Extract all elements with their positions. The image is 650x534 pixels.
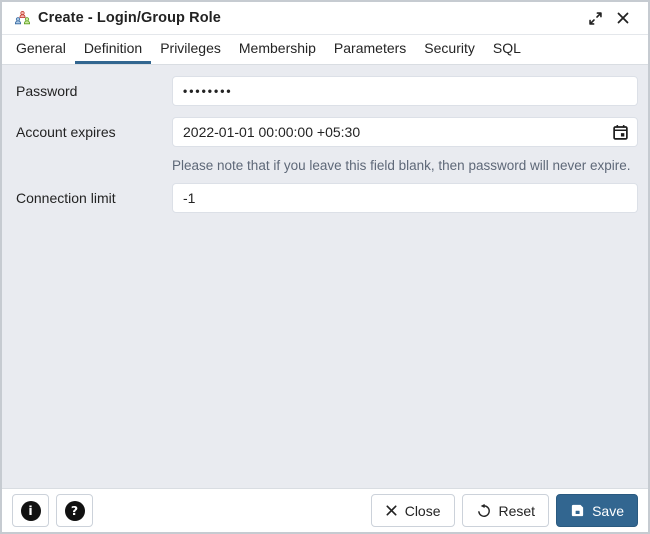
save-button[interactable]: Save [556, 494, 638, 527]
connection-limit-input[interactable] [172, 182, 638, 213]
dialog-title: Create - Login/Group Role [38, 10, 221, 26]
create-login-group-role-dialog: Create - Login/Group Role General Defini… [0, 0, 650, 534]
tab-sql[interactable]: SQL [484, 35, 530, 64]
maximize-icon[interactable] [584, 7, 606, 29]
close-icon[interactable] [612, 7, 634, 29]
calendar-icon[interactable] [606, 120, 634, 144]
dialog-titlebar: Create - Login/Group Role [2, 2, 648, 35]
connection-limit-label: Connection limit [16, 189, 116, 206]
footer-action-buttons: Close Reset Save [370, 494, 638, 527]
tab-membership[interactable]: Membership [230, 35, 325, 64]
help-button[interactable]: ? [56, 494, 93, 527]
password-row: Password [16, 76, 638, 106]
definition-tab-panel: Password Account expires [2, 65, 648, 488]
account-expires-input[interactable] [172, 117, 638, 147]
password-label: Password [16, 83, 78, 99]
account-expires-label: Account expires [16, 124, 116, 140]
close-button-label: Close [404, 502, 441, 519]
account-expires-row: Account expires [16, 117, 638, 147]
close-x-icon [385, 504, 398, 517]
save-floppy-icon [570, 503, 585, 518]
connection-limit-row: Connection limit [16, 182, 638, 213]
note-spacer [16, 154, 172, 161]
password-input[interactable] [172, 76, 638, 106]
save-button-label: Save [592, 502, 624, 519]
info-icon: i [20, 500, 41, 521]
sql-info-button[interactable]: i [12, 494, 49, 527]
account-expires-note: Please note that if you leave this field… [172, 158, 631, 173]
reset-button-label: Reset [498, 502, 536, 519]
question-icon: ? [64, 500, 85, 521]
dialog-footer: i ? Close Reset Save [2, 488, 648, 532]
connection-limit-control [172, 182, 638, 213]
dialog-tabs: General Definition Privileges Membership… [2, 35, 648, 65]
tab-security[interactable]: Security [415, 35, 484, 64]
account-expires-control [172, 117, 638, 147]
close-button[interactable]: Close [370, 494, 455, 527]
password-control [172, 76, 638, 106]
login-group-role-icon [14, 10, 31, 26]
reset-button[interactable]: Reset [461, 494, 550, 527]
account-expires-note-row: Please note that if you leave this field… [16, 154, 638, 176]
reset-undo-icon [476, 503, 492, 519]
tab-general[interactable]: General [7, 35, 75, 64]
tab-privileges[interactable]: Privileges [151, 35, 230, 64]
tab-parameters[interactable]: Parameters [325, 35, 415, 64]
tab-definition[interactable]: Definition [74, 35, 152, 64]
